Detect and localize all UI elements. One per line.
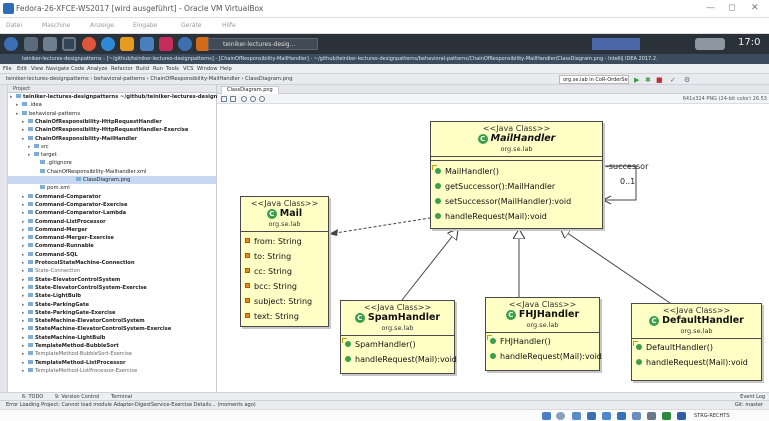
class-name: SpamHandler [367,312,441,323]
private-field-icon [245,283,250,288]
public-method-icon [435,198,441,204]
stereotype: <<Java Class>> [250,199,319,208]
default-generalization [560,228,671,304]
network-icon[interactable] [587,412,596,420]
method: handleRequest(Mail):void [646,358,748,367]
dependency-arrowhead [329,229,338,236]
package-name: org.se.lab [500,145,533,153]
spamhandler-class: <<Java Class>> C SpamHandler org.se.lab S… [340,300,457,374]
optical-drive-icon[interactable] [556,412,565,420]
method: getSuccessor():MailHandler [445,182,556,191]
class-name: FHJHandler [518,309,580,320]
mailhandler-class: <<Java Class>> C MailHandler org.se.lab M… [430,121,603,229]
private-field-icon [245,268,250,273]
field: bcc: String [254,282,297,291]
bottom-tool-tabs: 6: TODO 9: Version Control Terminal Even… [0,392,769,400]
field: text: String [254,312,299,321]
private-field-icon [245,313,250,318]
method: setSuccessor(MailHandler):void [445,197,572,206]
field: to: String [254,252,292,261]
constructor-icon [432,165,441,174]
method: FHJHandler() [500,337,551,346]
field: from: String [254,237,302,246]
display-icon[interactable] [632,412,641,420]
class-name: DefaultHandler [662,315,744,326]
constructor-icon [487,335,496,344]
stereotype: <<Java Class>> [508,300,577,309]
stereotype: <<Java Class>> [482,124,551,133]
mail-dependency [328,217,431,235]
class-icon: C [354,313,365,323]
field: subject: String [254,297,313,306]
public-method-icon [636,359,642,365]
class-name: MailHandler [490,133,556,144]
git-branch[interactable]: Git: master [735,402,763,408]
stereotype: <<Java Class>> [662,306,731,315]
defaulthandler-class: <<Java Class>> C DefaultHandler org.se.la… [631,303,762,381]
public-method-icon [490,353,496,359]
method: handleRequest(Mail):void [500,352,602,361]
status-bar: Error Loading Project: Cannot load modul… [0,400,769,409]
private-field-icon [245,298,250,303]
hdd-icon[interactable] [542,412,551,420]
method: DefaultHandler() [646,343,713,352]
usb-icon[interactable] [602,412,611,420]
audio-icon[interactable] [572,412,581,420]
package-name: org.se.lab [526,321,559,329]
virtualbox-statusbar: STRG-RECHTS [0,409,769,421]
field: cc: String [254,267,292,276]
constructor-icon [342,338,351,347]
class-icon: C [266,209,277,219]
method: SpamHandler() [355,340,416,349]
spam-generalization [401,229,458,301]
private-field-icon [245,238,250,243]
stereotype: <<Java Class>> [363,303,432,312]
public-method-icon [435,183,441,189]
fhjhandler-class: <<Java Class>> C FHJHandler org.se.lab FH… [485,297,602,371]
package-name: org.se.lab [680,327,713,335]
class-icon: C [505,310,516,320]
class-icon: C [649,316,660,326]
status-message[interactable]: Error Loading Project: Cannot load modul… [6,402,256,408]
method: handleRequest(Mail):void [445,212,547,221]
recording-icon[interactable] [647,412,656,420]
class-name: Mail [279,208,303,219]
mail-class: <<Java Class>> C Mail org.se.lab from: St… [240,196,329,327]
association-multiplicity: 0..1 [620,177,636,186]
constructor-icon [633,341,642,350]
shared-folders-icon[interactable] [617,412,626,420]
mouse-integration-icon[interactable] [677,412,686,420]
package-name: org.se.lab [381,324,414,332]
method: MailHandler() [445,167,499,176]
abstract-class-icon: C [477,134,488,144]
method: handleRequest(Mail):void [355,355,457,364]
cpu-icon[interactable] [662,412,671,420]
host-key-label: STRG-RECHTS [694,413,730,419]
association-role: -successor [606,162,649,171]
package-name: org.se.lab [268,220,301,228]
public-method-icon [435,213,441,219]
private-field-icon [245,253,250,258]
public-method-icon [345,356,351,362]
